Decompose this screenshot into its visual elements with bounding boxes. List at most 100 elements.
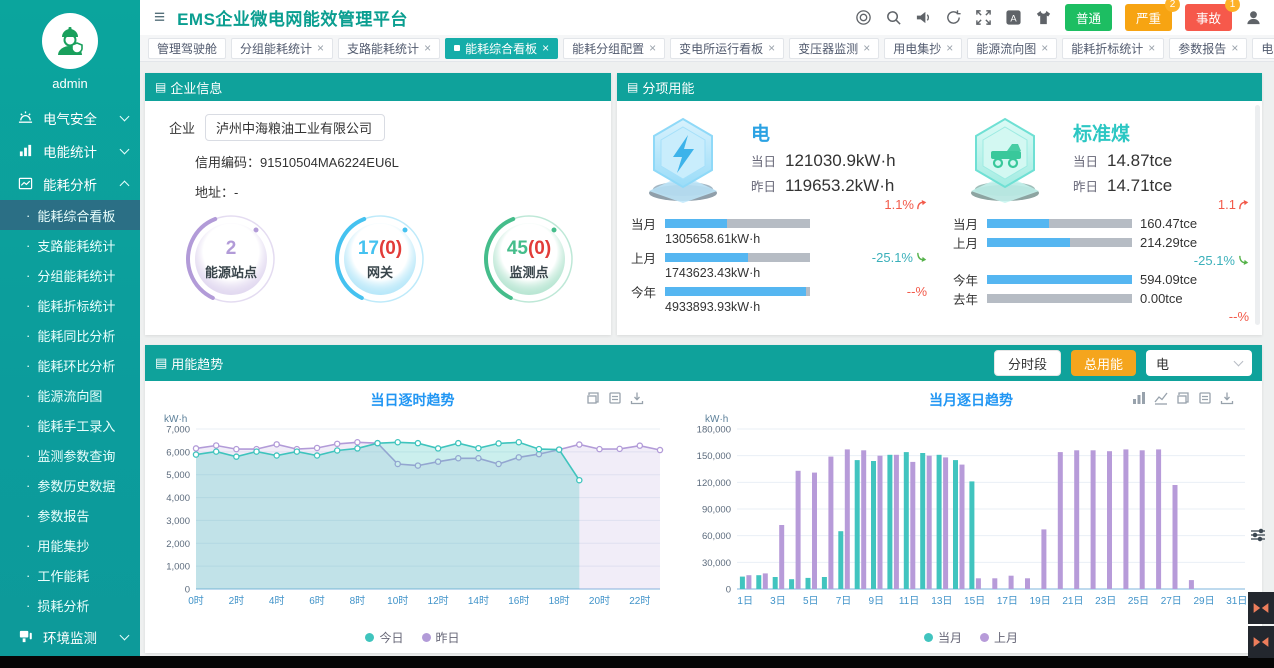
theme-shirt-icon[interactable] — [1035, 9, 1052, 26]
energy-type-select[interactable]: 电 — [1146, 350, 1252, 376]
legend-item[interactable]: 上月 — [980, 629, 1018, 646]
status-accident-button[interactable]: 事故1 — [1185, 4, 1232, 31]
bullet-icon: · — [26, 388, 30, 403]
tab-close-icon[interactable]: × — [946, 41, 953, 55]
sidebar-item-7[interactable]: ·能耗同比分析 — [0, 320, 140, 350]
lineswitch-icon[interactable] — [1154, 391, 1168, 405]
tab-close-icon[interactable]: × — [317, 41, 324, 55]
legend-item[interactable]: 今日 — [365, 629, 403, 646]
barswitch-icon[interactable] — [1132, 391, 1146, 405]
speaker-icon[interactable] — [915, 9, 932, 26]
restore-icon[interactable] — [1176, 391, 1190, 405]
datazoom-sliders-icon[interactable] — [1250, 527, 1266, 548]
tab-3[interactable]: 能耗综合看板× — [445, 38, 558, 59]
user-icon[interactable] — [1245, 9, 1262, 26]
sidebar-item-label: 损耗分析 — [37, 596, 89, 615]
status-accident-label: 事故 — [1196, 12, 1221, 26]
tab-close-icon[interactable]: × — [542, 41, 549, 55]
tab-close-icon[interactable]: × — [863, 41, 870, 55]
svg-text:10时: 10时 — [387, 595, 408, 607]
sidebar-group-2[interactable]: 能耗分析 — [0, 167, 140, 200]
bullet-icon: · — [26, 418, 30, 433]
sidebar-item-13[interactable]: ·参数报告 — [0, 500, 140, 530]
sidebar-item-6[interactable]: ·能耗折标统计 — [0, 290, 140, 320]
translate-icon[interactable]: A — [1005, 9, 1022, 26]
sidebar-group-1[interactable]: 电能统计 — [0, 134, 140, 167]
tab-6[interactable]: 变压器监测× — [789, 38, 879, 59]
tab-10[interactable]: 参数报告× — [1169, 38, 1247, 59]
sidebar-item-5[interactable]: ·分组能耗统计 — [0, 260, 140, 290]
tab-11[interactable]: 电力曲线记录× — [1252, 38, 1274, 59]
enterprise-panel-title: 企业信息 — [170, 78, 222, 97]
fullscreen-icon[interactable] — [975, 9, 992, 26]
change-percent: -25.1% — [1194, 253, 1249, 268]
sidebar-item-12[interactable]: ·参数历史数据 — [0, 470, 140, 500]
sidebar-item-14[interactable]: ·用能集抄 — [0, 530, 140, 560]
svg-text:5,000: 5,000 — [166, 470, 190, 481]
tab-close-icon[interactable]: × — [768, 41, 775, 55]
sidebar-item-15[interactable]: ·工作能耗 — [0, 560, 140, 590]
download-icon[interactable] — [1220, 391, 1234, 405]
sidebar-item-16[interactable]: ·损耗分析 — [0, 590, 140, 620]
avatar[interactable] — [42, 13, 98, 69]
bullet-icon: · — [26, 268, 30, 283]
panel-header-icon: ▤ — [155, 355, 167, 371]
tab-close-icon[interactable]: × — [1041, 41, 1048, 55]
download-icon[interactable] — [630, 391, 644, 405]
progress-fill — [987, 275, 1132, 284]
tab-close-icon[interactable]: × — [424, 41, 431, 55]
theme-target-icon[interactable] — [855, 9, 872, 26]
company-select[interactable]: 泸州中海粮油工业有限公司 — [205, 114, 385, 141]
tab-close-icon[interactable]: × — [1231, 41, 1238, 55]
tab-2[interactable]: 支路能耗统计× — [338, 38, 440, 59]
period-button[interactable]: 分时段 — [994, 350, 1061, 376]
tab-1[interactable]: 分组能耗统计× — [231, 38, 333, 59]
legend-item[interactable]: 昨日 — [422, 629, 460, 646]
change-percent: --% — [1229, 309, 1249, 324]
sidebar-group-17[interactable]: 环境监测 — [0, 620, 140, 653]
tab-label: 管理驾驶舱 — [157, 40, 217, 57]
bar-value: 214.29tce — [1140, 235, 1197, 250]
tab-9[interactable]: 能耗折标统计× — [1062, 38, 1164, 59]
topbar: ≡ EMS企业微电网能效管理平台 A 普通 严重2 事故1 — [140, 0, 1274, 35]
chevron-down-icon — [120, 630, 130, 640]
collapse-toggle-button[interactable] — [1248, 626, 1274, 658]
tab-close-icon[interactable]: × — [1148, 41, 1155, 55]
svg-text:27日: 27日 — [1161, 596, 1182, 607]
svg-text:22时: 22时 — [629, 595, 650, 607]
status-severe-button[interactable]: 严重2 — [1125, 4, 1172, 31]
sidebar-group-0[interactable]: 电气安全 — [0, 101, 140, 134]
sidebar-item-label: 工作能耗 — [37, 566, 89, 585]
tab-close-icon[interactable]: × — [649, 41, 656, 55]
restore-icon[interactable] — [586, 391, 600, 405]
tab-4[interactable]: 能耗分组配置× — [563, 38, 665, 59]
sidebar-item-4[interactable]: ·支路能耗统计 — [0, 230, 140, 260]
sidebar-item-11[interactable]: ·监测参数查询 — [0, 440, 140, 470]
search-icon[interactable] — [885, 9, 902, 26]
tab-0[interactable]: 管理驾驶舱 — [148, 38, 226, 59]
status-normal-button[interactable]: 普通 — [1065, 4, 1112, 31]
bullet-icon: · — [26, 538, 30, 553]
bullet-icon: · — [26, 328, 30, 343]
collapse-toggle-button[interactable] — [1248, 592, 1274, 624]
dataview-icon[interactable] — [608, 391, 622, 405]
bar-label: 去年 — [953, 289, 987, 308]
sidebar-item-3[interactable]: ·能耗综合看板 — [0, 200, 140, 230]
menu-toggle-icon[interactable]: ≡ — [154, 8, 165, 27]
tab-8[interactable]: 能源流向图 × — [967, 38, 1057, 59]
sidebar-item-9[interactable]: ·能源流向图 — [0, 380, 140, 410]
tab-7[interactable]: 用电集抄× — [884, 38, 962, 59]
svg-text:120,000: 120,000 — [697, 478, 731, 489]
sidebar-item-8[interactable]: ·能耗环比分析 — [0, 350, 140, 380]
dataview-icon[interactable] — [1198, 391, 1212, 405]
panel-scrollbar[interactable] — [1255, 105, 1260, 325]
tab-label: 能源流向图 — [976, 40, 1036, 57]
legend-item[interactable]: 当月 — [924, 629, 962, 646]
tab-5[interactable]: 变电所运行看板× — [670, 38, 784, 59]
legend-label: 昨日 — [436, 629, 460, 646]
total-energy-button[interactable]: 总用能 — [1071, 350, 1136, 376]
sidebar-item-10[interactable]: ·能耗手工录入 — [0, 410, 140, 440]
tab-bar: 管理驾驶舱分组能耗统计×支路能耗统计×能耗综合看板×能耗分组配置×变电所运行看板… — [140, 35, 1274, 62]
progress-fill — [665, 287, 806, 296]
refresh-icon[interactable] — [945, 9, 962, 26]
